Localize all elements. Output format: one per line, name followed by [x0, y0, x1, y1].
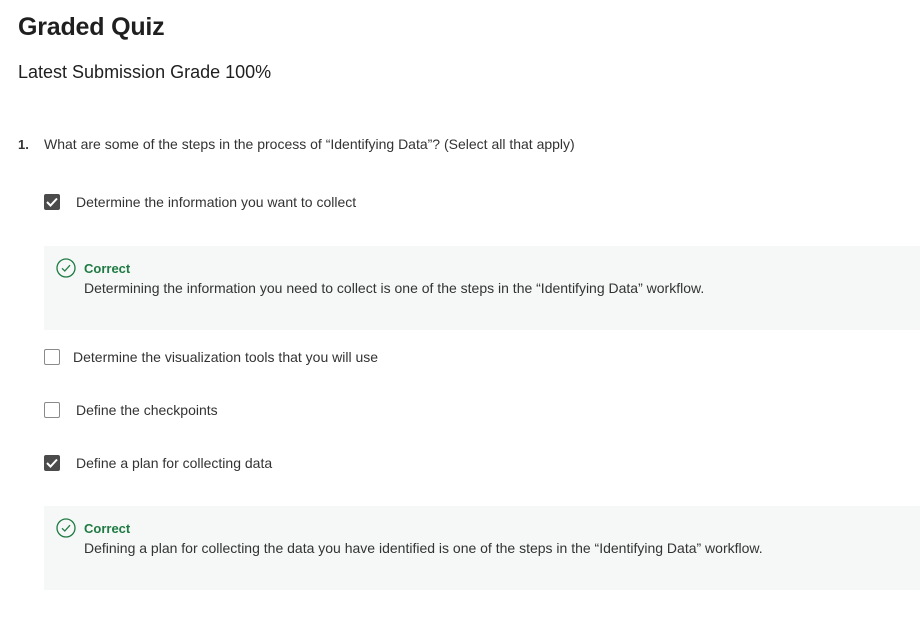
option-label: Determine the visualization tools that y… — [73, 349, 379, 365]
check-circle-icon — [56, 518, 76, 538]
feedback-correct: Correct Defining a plan for collecting t… — [44, 506, 920, 590]
question-prompt: 1. What are some of the steps in the pro… — [18, 136, 575, 152]
page-title: Graded Quiz — [18, 13, 165, 41]
checkmark-icon — [46, 458, 58, 468]
feedback-status: Correct — [84, 521, 131, 536]
option-label: Define a plan for collecting data — [76, 455, 273, 471]
option-determine-visualization-tools[interactable]: Determine the visualization tools that y… — [44, 349, 378, 365]
check-circle-icon — [56, 258, 76, 278]
option-checkbox-unchecked[interactable] — [44, 402, 60, 418]
feedback-text: Determining the information you need to … — [84, 280, 705, 296]
submission-grade: Latest Submission Grade 100% — [18, 62, 272, 82]
option-label: Define the checkpoints — [76, 402, 218, 418]
feedback-text: Defining a plan for collecting the data … — [84, 540, 763, 556]
option-determine-information[interactable]: Determine the information you want to co… — [44, 194, 356, 210]
option-define-plan[interactable]: Define a plan for collecting data — [44, 455, 272, 471]
option-checkbox-unchecked[interactable] — [44, 349, 60, 365]
option-checkbox-checked[interactable] — [44, 194, 60, 210]
question-number: 1. — [18, 137, 29, 152]
quiz-page: Graded Quiz Latest Submission Grade 100%… — [0, 0, 920, 631]
option-label: Determine the information you want to co… — [76, 194, 357, 210]
option-define-checkpoints[interactable]: Define the checkpoints — [44, 402, 218, 418]
option-checkbox-checked[interactable] — [44, 455, 60, 471]
feedback-correct: Correct Determining the information you … — [44, 246, 920, 330]
checkmark-icon — [46, 197, 58, 207]
question-text: What are some of the steps in the proces… — [44, 136, 575, 152]
feedback-status: Correct — [84, 261, 131, 276]
